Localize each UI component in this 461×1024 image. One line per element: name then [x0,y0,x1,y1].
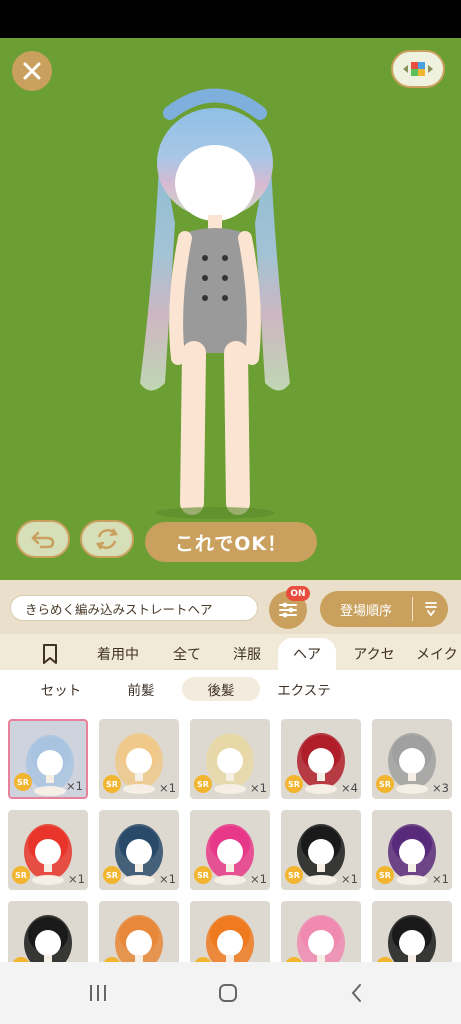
rarity-badge: SR [376,866,394,884]
hair-thumbnail [206,915,254,962]
item-quantity: ×1 [66,779,83,793]
tab-all[interactable]: 全て [156,638,218,670]
hair-item-card[interactable]: SR ×4 [281,719,361,799]
rarity-badge: SR [376,775,394,793]
item-toolbar: きらめく編み込みストレートヘア ON 登場順序 [0,580,461,634]
hair-thumbnail [24,915,72,962]
tab-clothes[interactable]: 洋服 [218,638,276,670]
hair-item-card[interactable]: SR [372,901,452,962]
sort-direction-icon[interactable] [413,600,448,618]
hair-item-card[interactable]: SR [8,901,88,962]
item-quantity: ×1 [250,781,267,795]
rarity-badge: SR [194,775,212,793]
recent-apps-icon [90,985,106,1001]
item-quantity: ×4 [341,781,358,795]
hair-item-card[interactable]: SR ×1 [8,810,88,890]
bookmark-tab[interactable] [30,638,70,670]
color-palette-icon [403,62,433,76]
rarity-badge: SR [285,866,303,884]
hair-item-card[interactable]: SR ×1 [99,810,179,890]
close-icon [23,62,41,80]
color-palette-button[interactable] [391,50,445,88]
undo-button[interactable] [16,520,70,558]
hair-item-card[interactable]: SR ×3 [372,719,452,799]
rotate-icon [95,528,119,550]
category-tabs: 着用中 全て 洋服 ヘア アクセ メイク [0,634,461,670]
hair-thumbnail [115,915,163,962]
sort-order-button[interactable]: 登場順序 [320,591,448,627]
rarity-badge: SR [194,866,212,884]
item-quantity: ×1 [159,781,176,795]
hair-thumbnail [388,915,436,962]
rotate-button[interactable] [80,520,134,558]
back-button[interactable] [337,980,377,1006]
hair-item-card[interactable]: SR ×1 [8,719,88,799]
back-icon [351,984,361,1002]
tab-makeup[interactable]: メイク [416,638,461,670]
rarity-badge: SR [103,775,121,793]
rarity-badge: SR [103,866,121,884]
close-button[interactable] [12,51,52,91]
item-name: きらめく編み込みストレートヘア [10,595,258,621]
avatar-stage: これでOK！ [0,38,461,580]
subtab-extensions[interactable]: エクステ [264,677,344,701]
undo-icon [31,531,55,549]
rarity-badge: SR [14,773,32,791]
filter-sliders-icon [279,602,297,618]
subtab-back-hair[interactable]: 後髪 [182,677,260,701]
hair-item-card[interactable]: SR ×1 [281,810,361,890]
item-quantity: ×3 [432,781,449,795]
item-grid: SR ×1 SR ×1 SR ×1 SR ×4 SR ×3 SR ×1 SR ×1 SR ×1 SR ×1 SR ×1… [0,708,461,962]
ok-button[interactable]: これでOK！ [145,522,317,562]
hair-subtabs: セット 前髪 後髪 エクステ [0,670,461,708]
hair-item-card[interactable]: SR [99,901,179,962]
tab-hair[interactable]: ヘア [278,638,336,670]
sort-label: 登場順序 [339,603,392,619]
hair-item-card[interactable]: SR [190,901,270,962]
item-quantity: ×1 [432,872,449,886]
avatar-figure [140,88,290,519]
hair-thumbnail [297,915,345,962]
subtab-bangs[interactable]: 前髪 [102,677,180,701]
item-quantity: ×1 [341,872,358,886]
item-quantity: ×1 [68,872,85,886]
hair-item-card[interactable]: SR ×1 [190,810,270,890]
system-nav-bar [0,962,461,1024]
filter-on-badge: ON [286,586,310,601]
bookmark-icon [43,644,57,664]
rarity-badge: SR [12,866,30,884]
hair-item-card[interactable]: SR ×1 [372,810,452,890]
hair-item-card[interactable]: SR [281,901,361,962]
status-bar [0,0,461,38]
tab-wearing[interactable]: 着用中 [82,638,154,670]
item-quantity: ×1 [250,872,267,886]
home-icon [219,984,237,1002]
hair-item-card[interactable]: SR ×1 [190,719,270,799]
home-button[interactable] [208,980,248,1006]
tab-accessories[interactable]: アクセ [340,638,408,670]
subtab-set[interactable]: セット [22,677,100,701]
recent-apps-button[interactable] [78,980,118,1006]
hair-item-card[interactable]: SR ×1 [99,719,179,799]
item-quantity: ×1 [159,872,176,886]
rarity-badge: SR [285,775,303,793]
